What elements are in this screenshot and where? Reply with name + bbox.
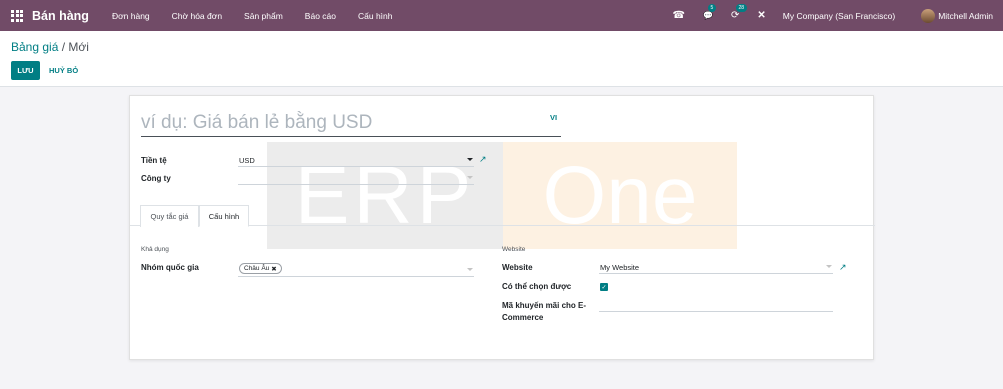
app-name[interactable]: Bán hàng xyxy=(32,9,89,23)
company-switcher[interactable]: My Company (San Francisco) xyxy=(783,11,895,21)
user-menu[interactable]: Mitchell Admin xyxy=(921,8,993,23)
ecommerce-code-label-line2: Commerce xyxy=(502,313,544,322)
tab-price-rules[interactable]: Quy tắc giá xyxy=(140,205,199,227)
chevron-down-icon xyxy=(826,265,832,268)
chevron-down-icon xyxy=(467,158,473,161)
save-button[interactable]: LƯU xyxy=(11,61,40,80)
menu-item-orders[interactable]: Đơn hàng xyxy=(112,11,150,21)
phone-icon[interactable]: ☎ xyxy=(673,10,685,21)
company-select[interactable] xyxy=(238,173,474,185)
chevron-down-icon xyxy=(467,268,473,271)
country-groups-label: Nhóm quốc gia xyxy=(141,263,199,272)
currency-label: Tiền tệ xyxy=(141,156,167,165)
activity-badge: 28 xyxy=(735,4,747,12)
navbar-systray: ☎ 💬 5 ⟳ 28 ✕ My Company (San Francisco) … xyxy=(664,0,1003,31)
discard-button[interactable]: HUỶ BỎ xyxy=(49,61,78,80)
control-panel: Bảng giá / Mới LƯU HUỶ BỎ xyxy=(0,31,1003,87)
user-name: Mitchell Admin xyxy=(938,10,993,21)
chat-badge: 5 xyxy=(708,4,716,12)
website-value: My Website xyxy=(600,263,640,272)
ecommerce-code-label-line1: Mã khuyến mãi cho E- xyxy=(502,301,587,310)
chevron-down-icon xyxy=(467,176,473,179)
breadcrumb: Bảng giá / Mới xyxy=(11,40,89,54)
website-select[interactable]: My Website xyxy=(599,262,833,274)
selectable-checkbox[interactable]: ✓ xyxy=(600,283,608,291)
availability-section-title: Khả dụng xyxy=(141,246,169,253)
company-label: Công ty xyxy=(141,174,171,183)
chat-icon-glyph: 💬 xyxy=(703,11,713,20)
menu-item-products[interactable]: Sản phẩm xyxy=(244,11,283,21)
breadcrumb-pricelists[interactable]: Bảng giá xyxy=(11,40,58,54)
menu-item-reporting[interactable]: Báo cáo xyxy=(305,11,336,21)
activity-icon[interactable]: ⟳ 28 xyxy=(731,4,747,21)
country-group-tag-label: Châu Âu xyxy=(244,265,270,272)
tab-configuration[interactable]: Cấu hình xyxy=(199,205,249,227)
pricelist-name-input[interactable]: ví dụ: Giá bán lẻ bằng USD xyxy=(141,112,561,137)
ecommerce-code-input[interactable] xyxy=(599,300,833,312)
form-sheet: ERP One ví dụ: Giá bán lẻ bằng USD VI Ti… xyxy=(129,95,875,360)
main-menu: Đơn hàng Chờ hóa đơn Sản phẩm Báo cáo Cấ… xyxy=(101,11,404,21)
watermark-one: One xyxy=(503,142,737,249)
menu-item-to-invoice[interactable]: Chờ hóa đơn xyxy=(172,11,222,21)
apps-menu-icon[interactable] xyxy=(11,9,23,22)
website-section-title: Website xyxy=(502,246,526,253)
close-icon[interactable]: ✖ xyxy=(271,265,276,273)
notebook-tabs: Quy tắc giá Cấu hình xyxy=(130,204,875,227)
external-link-icon[interactable]: ↗ xyxy=(479,154,487,165)
external-link-icon[interactable]: ↗ xyxy=(839,262,847,273)
currency-value: USD xyxy=(239,156,255,165)
currency-select[interactable]: USD xyxy=(238,155,474,167)
menu-item-configuration[interactable]: Cấu hình xyxy=(358,11,393,21)
selectable-label: Có thể chọn được xyxy=(502,282,572,291)
language-button[interactable]: VI xyxy=(550,113,557,122)
breadcrumb-separator: / xyxy=(61,40,66,54)
website-label: Website xyxy=(502,263,533,272)
breadcrumb-current: Mới xyxy=(68,40,89,54)
country-group-tag: Châu Âu ✖ xyxy=(239,263,282,274)
top-navbar: Bán hàng Đơn hàng Chờ hóa đơn Sản phẩm B… xyxy=(0,0,1003,31)
avatar xyxy=(921,8,936,23)
chat-icon[interactable]: 💬 5 xyxy=(703,4,716,21)
ecommerce-code-label: Mã khuyến mãi cho E- Commerce xyxy=(502,300,602,324)
debug-close-icon[interactable]: ✕ xyxy=(757,10,765,21)
